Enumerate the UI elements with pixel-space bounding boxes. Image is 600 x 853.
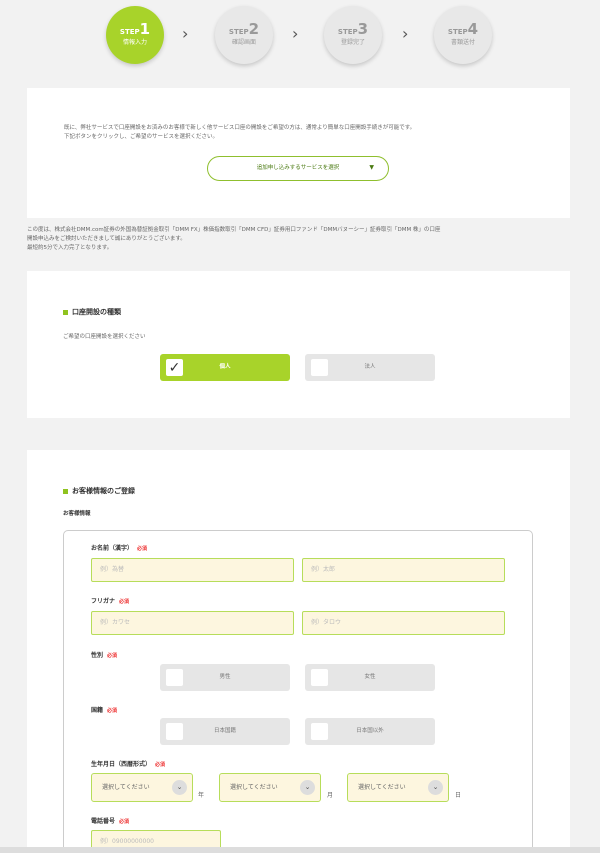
select-value: 選択してください	[230, 784, 278, 791]
nationality-label: 国籍 必須	[91, 705, 117, 714]
bullet-square-icon	[63, 488, 68, 494]
account-type-hint: ご希望の口座開設を選択ください	[63, 334, 146, 340]
add-service-select[interactable]: 追加申し込みするサービスを選択 ▼	[207, 156, 389, 181]
option-label: 日本国籍	[213, 728, 236, 734]
step-4: STEP4 書類送付	[434, 6, 492, 64]
required-mark: 必須	[107, 708, 118, 714]
birthdate-label: 生年月日（西暦形式） 必須	[91, 759, 165, 768]
step-number: 2	[248, 20, 260, 38]
existing-customer-card: 既に、弊社サービスで口座開設をお済みのお客様で新しく他サービス口座の開設をご希望…	[27, 88, 570, 218]
last-name-kana-input[interactable]: 例）カワセ	[91, 611, 294, 635]
chevron-right-icon: ›	[182, 24, 189, 43]
step-prefix: STEP	[228, 28, 249, 36]
application-notice: この度は、株式会社DMM.com証券の外国為替証拠金取引「DMM FX」株価指数…	[27, 226, 572, 253]
account-type-card: 口座開設の種類 ご希望の口座開設を選択ください ✓ 個人 法人	[27, 271, 570, 418]
horizontal-scrollbar[interactable]	[0, 847, 600, 853]
last-name-input[interactable]: 例）為替	[91, 558, 294, 582]
required-mark: 必須	[119, 599, 130, 605]
checkbox-icon	[311, 359, 328, 376]
checkbox-icon	[311, 669, 328, 686]
name-label: お名前（漢字） 必須	[91, 543, 147, 552]
add-service-select-label: 追加申し込みするサービスを選択	[256, 165, 340, 171]
customer-info-card: お客様情報のご登録 お客様情報 お名前（漢字） 必須 例）為替 例）太郎 フリガナ…	[27, 450, 570, 853]
account-type-individual-button[interactable]: ✓ 個人	[160, 354, 290, 381]
option-label: 法人	[364, 364, 376, 370]
nationality-other-button[interactable]: 日本国以外	[305, 718, 435, 745]
option-label: 男性	[219, 674, 231, 680]
required-mark: 必須	[137, 546, 148, 552]
gender-male-button[interactable]: 男性	[160, 664, 290, 691]
step-number: 4	[467, 20, 479, 38]
option-label: 個人	[219, 364, 231, 370]
step-prefix: STEP	[447, 28, 468, 36]
step-label: 書類送付	[450, 38, 475, 46]
caret-down-icon: ▼	[369, 164, 374, 171]
option-label: 女性	[364, 674, 376, 680]
chevron-down-icon: ⌄	[300, 780, 315, 795]
gender-label: 性別 必須	[91, 650, 117, 659]
step-2: STEP2 確認画面	[215, 6, 273, 64]
label-text: 生年月日（西暦形式）	[91, 761, 152, 768]
chevron-right-icon: ›	[402, 24, 409, 43]
account-type-title: 口座開設の種類	[63, 307, 121, 317]
step-label: 登録完了	[340, 38, 365, 46]
bullet-square-icon	[63, 309, 68, 315]
chevron-down-icon: ⌄	[172, 780, 187, 795]
step-number: 1	[139, 20, 151, 38]
intro-text: 既に、弊社サービスで口座開設をお済みのお客様で新しく他サービス口座の開設をご希望…	[64, 124, 544, 142]
account-type-title-text: 口座開設の種類	[72, 308, 121, 316]
label-text: お名前（漢字）	[91, 545, 134, 552]
label-text: フリガナ	[91, 598, 116, 605]
intro-text-line: 既に、弊社サービスで口座開設をお済みのお客様で新しく他サービス口座の開設をご希望…	[64, 125, 416, 131]
customer-info-title: お客様情報のご登録	[63, 486, 135, 496]
year-unit: 年	[198, 792, 205, 799]
nationality-japan-button[interactable]: 日本国籍	[160, 718, 290, 745]
checkbox-icon	[311, 723, 328, 740]
first-name-input[interactable]: 例）太郎	[302, 558, 505, 582]
step-label: 確認画面	[231, 38, 256, 46]
checkbox-checked-icon: ✓	[166, 359, 183, 376]
chevron-down-icon: ⌄	[428, 780, 443, 795]
step-label: 情報入力	[122, 38, 147, 46]
step-indicator: STEP1 情報入力 › STEP2 確認画面 › STEP3 登録完了 › S…	[0, 0, 600, 80]
step-3: STEP3 登録完了	[324, 6, 382, 64]
birth-day-select[interactable]: 選択してください ⌄	[347, 773, 449, 802]
label-text: 性別	[91, 652, 104, 659]
day-unit: 日	[455, 792, 462, 799]
month-unit: 月	[327, 792, 334, 799]
select-value: 選択してください	[358, 784, 406, 791]
birth-year-select[interactable]: 選択してください ⌄	[91, 773, 193, 802]
customer-info-title-text: お客様情報のご登録	[72, 487, 135, 495]
select-value: 選択してください	[102, 784, 150, 791]
step-prefix: STEP	[337, 28, 358, 36]
checkbox-icon	[166, 723, 183, 740]
label-text: 国籍	[91, 707, 104, 714]
intro-text-line: 下記ボタンをクリックし、ご希望のサービスを選択ください。	[64, 134, 219, 140]
label-text: 電話番号	[91, 818, 116, 825]
step-prefix: STEP	[119, 28, 140, 36]
chevron-right-icon: ›	[292, 24, 299, 43]
customer-info-subtitle: お客様情報	[63, 511, 91, 517]
account-type-corporate-button[interactable]: 法人	[305, 354, 435, 381]
first-name-kana-input[interactable]: 例）タロウ	[302, 611, 505, 635]
option-label: 日本国以外	[356, 728, 384, 734]
required-mark: 必須	[155, 762, 166, 768]
step-number: 3	[357, 20, 369, 38]
kana-label: フリガナ 必須	[91, 596, 129, 605]
required-mark: 必須	[119, 819, 130, 825]
required-mark: 必須	[107, 653, 118, 659]
notice-line: この度は、株式会社DMM.com証券の外国為替証拠金取引「DMM FX」株価指数…	[27, 227, 441, 233]
gender-female-button[interactable]: 女性	[305, 664, 435, 691]
checkbox-icon	[166, 669, 183, 686]
step-1: STEP1 情報入力	[106, 6, 164, 64]
phone-label: 電話番号 必須	[91, 816, 129, 825]
birth-month-select[interactable]: 選択してください ⌄	[219, 773, 321, 802]
notice-line: 開設申込みをご検討いただきまして誠にありがとうございます。	[27, 236, 186, 242]
notice-line: 最短約5分で入力完了となります。	[27, 245, 113, 251]
